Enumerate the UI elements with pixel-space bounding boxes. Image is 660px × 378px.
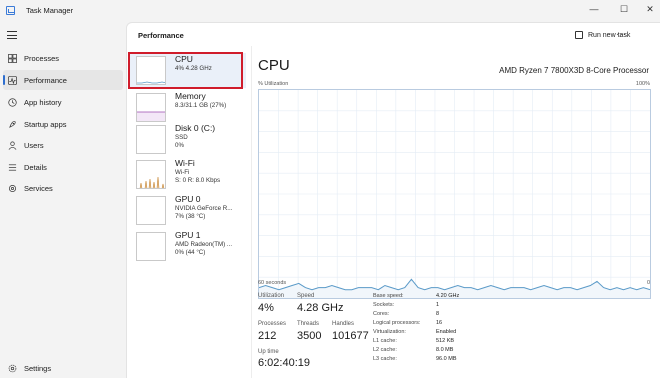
pane-divider	[251, 46, 252, 378]
sidebar-item-label: Processes	[24, 53, 60, 63]
disk-thumbnail	[136, 125, 166, 154]
wifi-thumbnail	[136, 160, 166, 189]
app-title: Task Manager	[26, 6, 74, 15]
sidebar-item-settings[interactable]: Settings	[3, 358, 123, 378]
spec-key: Cores:	[373, 311, 390, 317]
sidebar-item-label: Users	[24, 140, 44, 150]
sidebar-item-processes[interactable]: Processes	[3, 48, 123, 68]
sidebar-item-label: App history	[24, 97, 62, 107]
resource-item-disk[interactable]: Disk 0 (C:) SSD 0%	[130, 122, 246, 157]
processes-label: Processes	[258, 321, 287, 327]
resource-name: Wi-Fi	[175, 158, 195, 168]
users-icon	[8, 141, 17, 150]
resource-detail: Wi-Fi	[175, 169, 190, 176]
history-icon	[8, 97, 17, 107]
spec-value: 8	[436, 311, 440, 317]
title-bar: Task Manager — ☐ ✕	[0, 0, 660, 22]
spec-value: Enabled	[436, 329, 457, 335]
page-title: Performance	[138, 31, 184, 40]
utilization-axis-label: % Utilization	[258, 81, 289, 87]
gpu0-thumbnail	[136, 196, 166, 225]
sidebar-item-label: Startup apps	[24, 119, 67, 129]
services-gear-icon	[8, 184, 17, 192]
spec-value: 8.0 MB	[436, 347, 454, 353]
spec-value: 16	[436, 320, 443, 326]
resource-detail: 8.3/31.1 GB (27%)	[175, 102, 227, 109]
spec-key: L2 cache:	[373, 347, 397, 353]
detail-title: CPU	[258, 57, 290, 74]
uptime-label: Up time	[258, 349, 279, 355]
resource-detail: 7% (38 °C)	[175, 213, 206, 220]
maximize-button[interactable]: ☐	[614, 2, 634, 16]
sidebar-item-app-history[interactable]: App history	[3, 92, 123, 112]
performance-icon	[8, 75, 17, 85]
spec-key: Virtualization:	[373, 329, 406, 335]
spec-value: 96.0 MB	[436, 356, 457, 362]
uptime-value: 6:02:40:19	[258, 357, 310, 369]
cpu-highlight-box	[128, 52, 243, 89]
spec-key: Base speed:	[373, 293, 404, 299]
resource-detail: AMD Radeon(TM) ...	[175, 241, 233, 248]
time-axis-label: 60 seconds	[258, 280, 287, 286]
speed-label: Speed	[297, 293, 315, 299]
time-axis-zero: 0	[646, 280, 650, 286]
cpu-utilization-chart	[259, 90, 650, 298]
resource-item-memory[interactable]: Memory 8.3/31.1 GB (27%)	[130, 90, 246, 125]
resource-item-wifi[interactable]: Wi-Fi Wi-Fi S: 0 R: 8.0 Kbps	[130, 157, 246, 192]
resource-name: GPU 1	[175, 230, 201, 240]
resource-detail: 0% (44 °C)	[175, 249, 206, 256]
speed-value: 4.28 GHz	[297, 302, 344, 314]
sidebar-item-users[interactable]: Users	[3, 135, 123, 155]
sidebar-item-startup-apps[interactable]: Startup apps	[3, 114, 123, 134]
resource-detail: NVIDIA GeForce R...	[175, 205, 233, 212]
task-manager-icon	[6, 6, 15, 15]
handles-value: 101677	[332, 330, 369, 342]
memory-thumbnail	[136, 93, 166, 122]
close-button[interactable]: ✕	[640, 2, 660, 16]
resource-name: Memory	[175, 91, 206, 101]
run-task-icon	[575, 31, 583, 39]
processes-icon	[8, 53, 17, 63]
sidebar: Processes Performance App history Startu…	[0, 22, 125, 378]
utilization-max-label: 100%	[635, 81, 650, 87]
gpu1-thumbnail	[136, 232, 166, 261]
sidebar-item-services[interactable]: Services	[3, 178, 123, 198]
more-options-button[interactable]: ···	[616, 30, 627, 39]
resource-item-gpu0[interactable]: GPU 0 NVIDIA GeForce R... 7% (38 °C)	[130, 193, 246, 228]
spec-key: Logical processors:	[373, 320, 421, 326]
threads-value: 3500	[297, 330, 322, 342]
sidebar-item-label: Performance	[24, 75, 67, 85]
processes-value: 212	[258, 330, 277, 342]
spec-key: Sockets:	[373, 302, 395, 308]
sidebar-item-label: Services	[24, 183, 53, 193]
sidebar-item-performance[interactable]: Performance	[3, 70, 123, 90]
resource-detail: SSD	[175, 134, 188, 141]
processor-name: AMD Ryzen 7 7800X3D 8-Core Processor	[499, 66, 649, 75]
sidebar-item-label: Details	[24, 162, 47, 172]
startup-icon	[9, 120, 16, 128]
hamburger-menu-icon[interactable]	[7, 31, 17, 39]
settings-gear-icon	[8, 364, 17, 372]
settings-label: Settings	[24, 363, 52, 373]
resource-item-gpu1[interactable]: GPU 1 AMD Radeon(TM) ... 0% (44 °C)	[130, 229, 246, 264]
spec-key: L1 cache:	[373, 338, 397, 344]
resource-detail: 0%	[175, 142, 184, 149]
spec-value: 4.20 GHz	[436, 293, 460, 299]
minimize-button[interactable]: —	[584, 2, 604, 16]
resource-detail: S: 0 R: 8.0 Kbps	[175, 177, 221, 184]
cpu-utilization-graph	[258, 89, 651, 299]
details-list-icon	[8, 163, 17, 171]
resource-name: Disk 0 (C:)	[175, 123, 216, 133]
resource-name: GPU 0	[175, 194, 201, 204]
sidebar-item-details[interactable]: Details	[3, 157, 123, 177]
utilization-value: 4%	[258, 302, 274, 314]
spec-value: 1	[436, 302, 440, 308]
spec-value: 512 KB	[436, 338, 455, 344]
utilization-label: Utilization	[258, 293, 285, 299]
spec-key: L3 cache:	[373, 356, 397, 362]
handles-label: Handles	[332, 321, 355, 327]
threads-label: Threads	[297, 321, 320, 327]
